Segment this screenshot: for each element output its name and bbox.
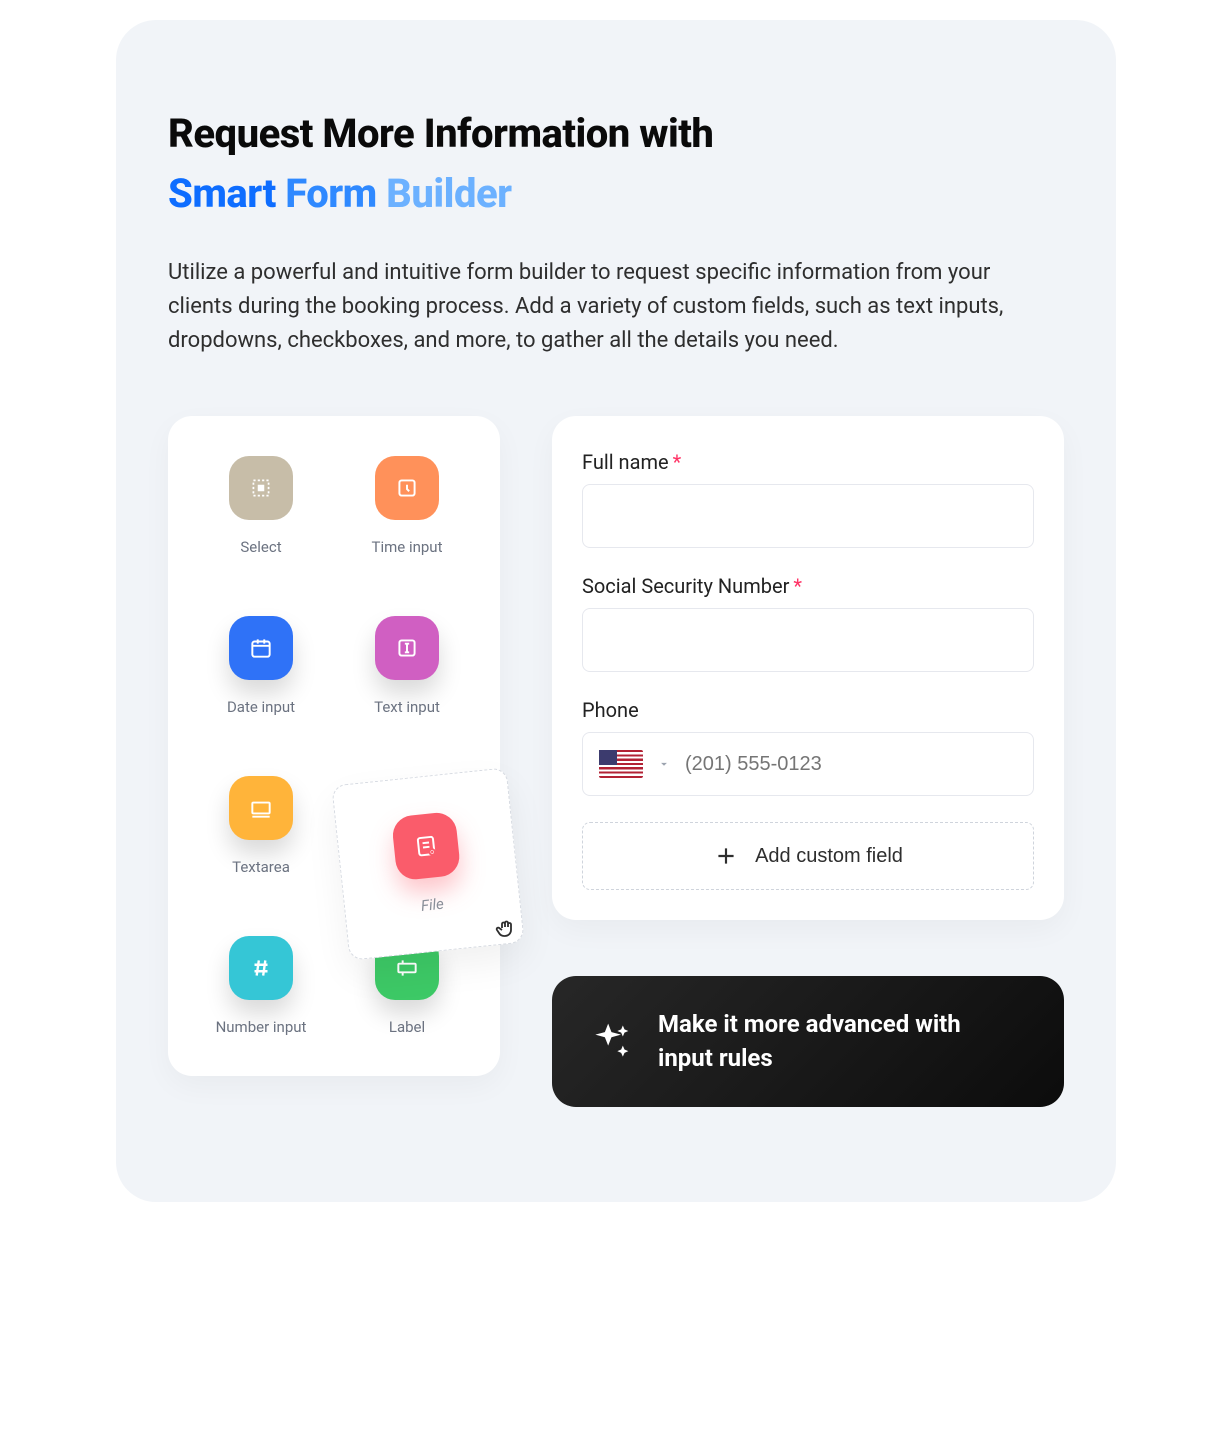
field-tile-label: Select: [240, 538, 281, 556]
field-tile-select[interactable]: Select: [198, 456, 324, 556]
feature-card: Request More Information with Smart Form…: [116, 20, 1116, 1202]
field-tile-date-input[interactable]: Date input: [198, 616, 324, 716]
heading-accent-1: Smart: [168, 170, 276, 217]
field-tile-label-text: Label: [389, 1018, 425, 1036]
heading-accent-2: Form: [285, 170, 377, 217]
field-tile-label: Number input: [216, 1018, 307, 1036]
phone-input[interactable]: [685, 753, 1017, 776]
plus-icon: [713, 843, 739, 869]
description-text: Utilize a powerful and intuitive form bu…: [168, 256, 1058, 358]
field-tile-label: Textarea: [232, 858, 290, 876]
grab-cursor-icon: [494, 916, 518, 940]
input-rules-cta[interactable]: Make it more advanced with input rules: [552, 976, 1064, 1107]
heading-line-2: Smart Form Builder: [168, 170, 1064, 218]
fullname-input[interactable]: [582, 484, 1034, 548]
textarea-icon: [229, 776, 293, 840]
fullname-label: Full name*: [582, 450, 1034, 474]
heading-accent-3: Builder: [386, 170, 511, 217]
calendar-icon: [229, 616, 293, 680]
field-tile-label: Text input: [374, 698, 440, 716]
ssn-input[interactable]: [582, 608, 1034, 672]
form-preview-card: Full name* Social Security Number* Phone: [552, 416, 1064, 920]
us-flag-icon: [599, 750, 643, 778]
field-tile-text-input[interactable]: Text input: [344, 616, 470, 716]
required-asterisk: *: [673, 450, 682, 474]
select-icon: [229, 456, 293, 520]
phone-label: Phone: [582, 698, 1034, 722]
add-custom-field-label: Add custom field: [755, 845, 903, 868]
field-palette-card: Select Time input Date input: [168, 416, 500, 1076]
text-cursor-icon: [375, 616, 439, 680]
required-asterisk: *: [793, 574, 802, 598]
chevron-down-icon[interactable]: [657, 757, 671, 771]
file-icon: [391, 811, 461, 881]
field-tile-file-label: File: [420, 895, 445, 915]
field-tile-textarea[interactable]: Textarea: [198, 776, 324, 876]
ssn-label: Social Security Number*: [582, 574, 1034, 598]
field-tile-number-input[interactable]: Number input: [198, 936, 324, 1036]
field-tile-label: Date input: [227, 698, 295, 716]
cta-text: Make it more advanced with input rules: [658, 1008, 1018, 1075]
add-custom-field-button[interactable]: Add custom field: [582, 822, 1034, 890]
field-tile-time-input[interactable]: Time input: [344, 456, 470, 556]
sparkle-icon: [588, 1020, 632, 1064]
field-tile-label: Time input: [372, 538, 443, 556]
heading-line-1: Request More Information with: [168, 110, 1064, 158]
phone-input-wrap[interactable]: [582, 732, 1034, 796]
hash-icon: [229, 936, 293, 1000]
